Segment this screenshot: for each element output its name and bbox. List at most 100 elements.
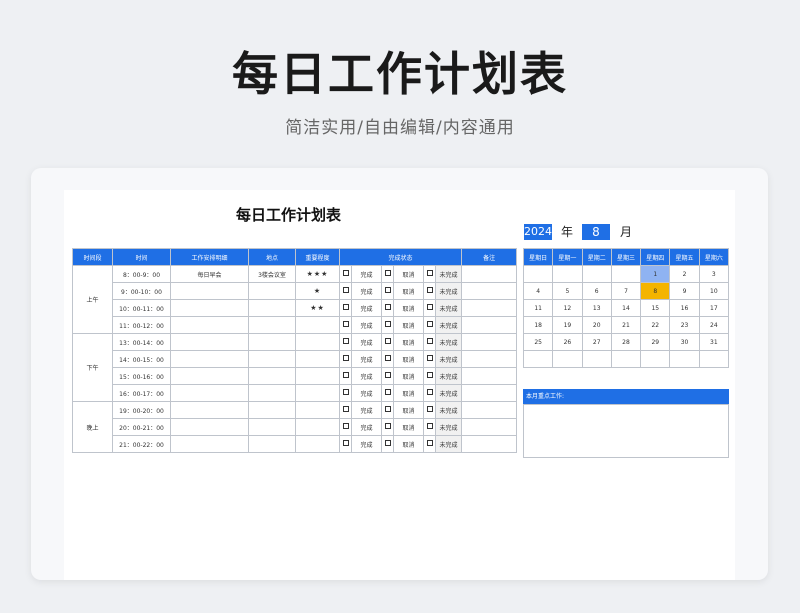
calendar-day[interactable]: 23: [669, 316, 700, 334]
notes-cell[interactable]: [461, 316, 518, 334]
calendar-day[interactable]: [669, 350, 700, 368]
checkbox-icon[interactable]: [342, 423, 349, 429]
calendar-day[interactable]: [522, 265, 554, 283]
checkbox-icon[interactable]: [426, 338, 433, 344]
checkbox-icon[interactable]: [384, 287, 391, 293]
calendar-day[interactable]: 28: [610, 333, 642, 351]
importance-stars[interactable]: [295, 367, 340, 385]
notes-cell[interactable]: [461, 265, 518, 283]
task-cell[interactable]: [170, 401, 249, 419]
calendar-day[interactable]: 9: [669, 282, 700, 300]
checkbox-icon[interactable]: [342, 372, 349, 378]
checkbox-icon[interactable]: [426, 389, 433, 395]
cancel-checkbox[interactable]: [381, 384, 394, 402]
cancel-checkbox[interactable]: [381, 367, 394, 385]
checkbox-icon[interactable]: [342, 270, 349, 276]
calendar-day[interactable]: 17: [698, 299, 730, 317]
calendar-day[interactable]: 20: [581, 316, 612, 334]
cancel-checkbox[interactable]: [381, 316, 394, 334]
pending-checkbox[interactable]: [423, 384, 436, 402]
monthly-focus-input[interactable]: [523, 404, 729, 458]
task-cell[interactable]: [170, 367, 249, 385]
calendar-day[interactable]: 3: [698, 265, 730, 283]
task-cell[interactable]: [170, 418, 249, 436]
calendar-day[interactable]: 16: [669, 299, 700, 317]
calendar-day[interactable]: 31: [698, 333, 730, 351]
notes-cell[interactable]: [461, 333, 518, 351]
notes-cell[interactable]: [461, 282, 518, 300]
importance-stars[interactable]: [295, 418, 340, 436]
calendar-day[interactable]: 13: [581, 299, 612, 317]
place-cell[interactable]: [248, 350, 296, 368]
done-checkbox[interactable]: [339, 299, 352, 317]
calendar-day[interactable]: [610, 265, 642, 283]
calendar-day[interactable]: 19: [552, 316, 583, 334]
checkbox-icon[interactable]: [426, 372, 433, 378]
calendar-day[interactable]: [522, 350, 554, 368]
time-cell[interactable]: 21：00-22：00: [112, 435, 171, 453]
time-cell[interactable]: 8：00-9：00: [112, 265, 171, 283]
calendar-day[interactable]: 8: [640, 282, 671, 300]
importance-stars[interactable]: [295, 350, 340, 368]
checkbox-icon[interactable]: [342, 406, 349, 412]
task-cell[interactable]: [170, 299, 249, 317]
calendar-day[interactable]: 30: [669, 333, 700, 351]
calendar-day[interactable]: 18: [522, 316, 554, 334]
cancel-checkbox[interactable]: [381, 333, 394, 351]
checkbox-icon[interactable]: [384, 304, 391, 310]
calendar-day[interactable]: 21: [610, 316, 642, 334]
pending-checkbox[interactable]: [423, 435, 436, 453]
calendar-day[interactable]: 6: [581, 282, 612, 300]
time-cell[interactable]: 9：00-10：00: [112, 282, 171, 300]
place-cell[interactable]: [248, 384, 296, 402]
task-cell[interactable]: [170, 282, 249, 300]
task-cell[interactable]: [170, 316, 249, 334]
calendar-day[interactable]: 24: [698, 316, 730, 334]
pending-checkbox[interactable]: [423, 401, 436, 419]
time-cell[interactable]: 20：00-21：00: [112, 418, 171, 436]
checkbox-icon[interactable]: [384, 372, 391, 378]
place-cell[interactable]: [248, 282, 296, 300]
calendar-day[interactable]: 15: [640, 299, 671, 317]
checkbox-icon[interactable]: [342, 355, 349, 361]
cancel-checkbox[interactable]: [381, 265, 394, 283]
cancel-checkbox[interactable]: [381, 418, 394, 436]
checkbox-icon[interactable]: [384, 423, 391, 429]
notes-cell[interactable]: [461, 384, 518, 402]
done-checkbox[interactable]: [339, 350, 352, 368]
task-cell[interactable]: [170, 384, 249, 402]
notes-cell[interactable]: [461, 350, 518, 368]
importance-stars[interactable]: [295, 333, 340, 351]
done-checkbox[interactable]: [339, 316, 352, 334]
checkbox-icon[interactable]: [426, 270, 433, 276]
checkbox-icon[interactable]: [342, 389, 349, 395]
notes-cell[interactable]: [461, 401, 518, 419]
checkbox-icon[interactable]: [384, 270, 391, 276]
pending-checkbox[interactable]: [423, 350, 436, 368]
done-checkbox[interactable]: [339, 384, 352, 402]
pending-checkbox[interactable]: [423, 316, 436, 334]
place-cell[interactable]: [248, 418, 296, 436]
task-cell[interactable]: [170, 350, 249, 368]
importance-stars[interactable]: ★★★: [295, 265, 340, 283]
notes-cell[interactable]: [461, 367, 518, 385]
done-checkbox[interactable]: [339, 265, 352, 283]
importance-stars[interactable]: [295, 384, 340, 402]
done-checkbox[interactable]: [339, 282, 352, 300]
done-checkbox[interactable]: [339, 435, 352, 453]
year-field[interactable]: 2024: [524, 224, 552, 240]
checkbox-icon[interactable]: [342, 440, 349, 446]
calendar-day[interactable]: 12: [552, 299, 583, 317]
calendar-day[interactable]: 7: [610, 282, 642, 300]
time-cell[interactable]: 11：00-12：00: [112, 316, 171, 334]
cancel-checkbox[interactable]: [381, 299, 394, 317]
place-cell[interactable]: [248, 367, 296, 385]
importance-stars[interactable]: [295, 401, 340, 419]
cancel-checkbox[interactable]: [381, 350, 394, 368]
place-cell[interactable]: [248, 401, 296, 419]
calendar-day[interactable]: 10: [698, 282, 730, 300]
calendar-day[interactable]: [640, 350, 671, 368]
pending-checkbox[interactable]: [423, 418, 436, 436]
notes-cell[interactable]: [461, 418, 518, 436]
place-cell[interactable]: [248, 299, 296, 317]
